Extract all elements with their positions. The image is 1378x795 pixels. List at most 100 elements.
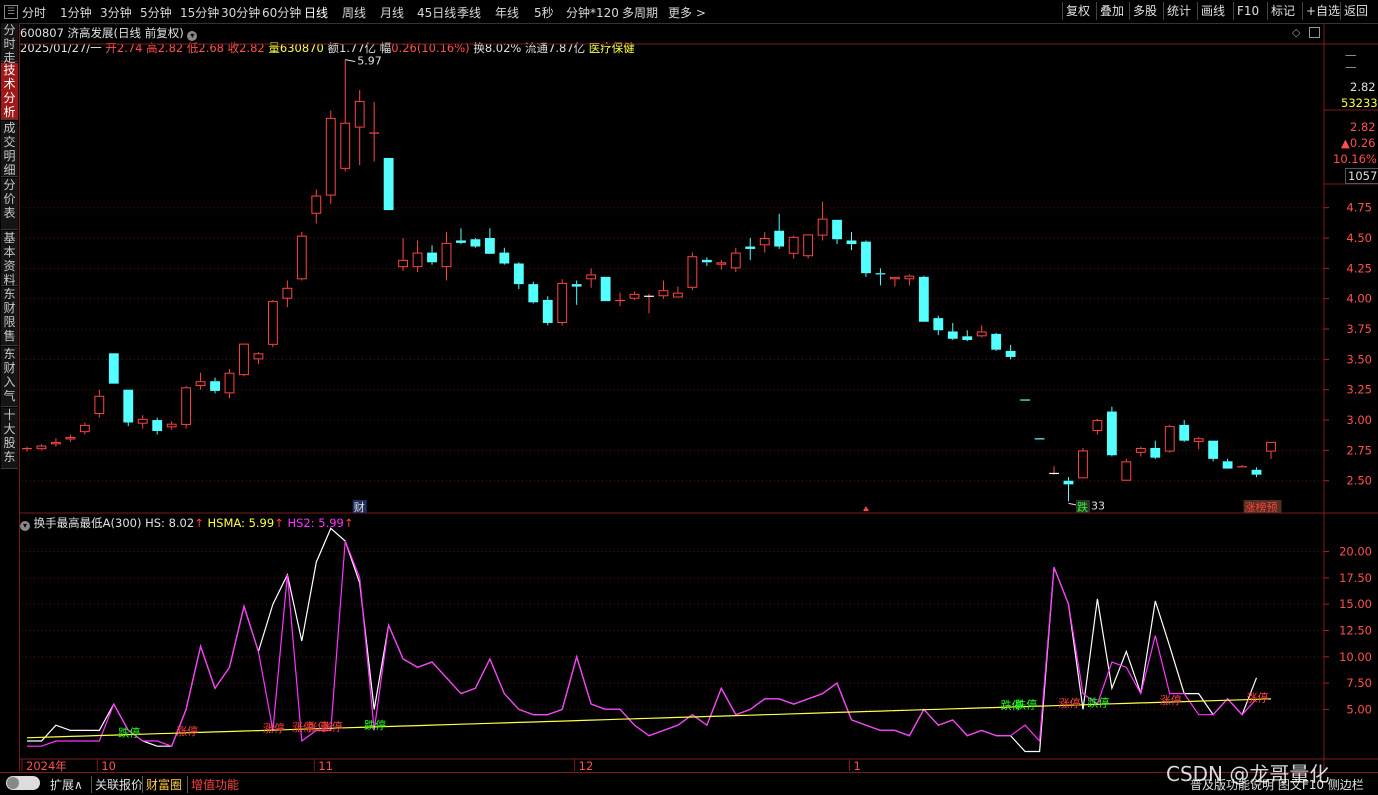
candle-47 bbox=[702, 257, 712, 265]
hsma-line bbox=[27, 699, 1271, 738]
candle-15 bbox=[240, 344, 249, 377]
candle-24 bbox=[370, 102, 379, 161]
tab-expand[interactable]: 扩展∧ bbox=[50, 776, 83, 793]
candle-30 bbox=[456, 228, 466, 244]
ind-label-9: 涨停 bbox=[1058, 696, 1080, 710]
candle-19 bbox=[297, 232, 306, 281]
price-tick-3: 4.00 bbox=[1346, 292, 1372, 306]
candle-69 bbox=[1020, 399, 1030, 400]
candle-85 bbox=[1252, 467, 1262, 477]
candle-25 bbox=[384, 158, 394, 210]
max-price-label: 5.97 bbox=[357, 55, 382, 68]
candle-65 bbox=[962, 330, 972, 341]
ind-tick-5: 7.50 bbox=[1346, 676, 1372, 690]
candle-10 bbox=[167, 421, 176, 429]
candle-32 bbox=[485, 228, 495, 253]
candle-67 bbox=[991, 333, 1001, 351]
ind-label-0: 跌停 bbox=[118, 726, 140, 740]
indicator-title[interactable]: 换手最高最低A(300) bbox=[34, 516, 142, 530]
svg-text:涨榜预: 涨榜预 bbox=[1245, 500, 1278, 514]
svg-text:跌: 跌 bbox=[1077, 500, 1088, 514]
ind-tick-2: 15.00 bbox=[1339, 597, 1372, 611]
ind-tick-3: 12.50 bbox=[1339, 623, 1372, 637]
ind-label-8: 跌停 bbox=[1015, 698, 1037, 712]
candle-58 bbox=[861, 240, 871, 276]
candle-51 bbox=[760, 232, 769, 253]
candle-54 bbox=[804, 234, 813, 258]
date-tick-0: 2024年 bbox=[26, 759, 67, 773]
ind-tick-0: 20.00 bbox=[1339, 545, 1372, 559]
triangle-marker bbox=[863, 506, 869, 511]
candle-55 bbox=[818, 202, 827, 241]
candle-13 bbox=[210, 378, 220, 394]
candle-68 bbox=[1006, 345, 1016, 360]
candle-11 bbox=[182, 386, 191, 428]
tab-related-quotes[interactable]: 关联报价 bbox=[91, 776, 143, 793]
right-chg: ▲0.26 bbox=[1341, 136, 1375, 150]
price-tick-5: 3.50 bbox=[1346, 352, 1372, 366]
candle-26 bbox=[399, 238, 408, 271]
tab-wealth[interactable]: 财富圈 bbox=[142, 776, 182, 793]
indicator-header: ▾ 换手最高最低A(300) HS: 8.02↑ HSMA: 5.99↑ HS2… bbox=[20, 515, 354, 531]
ind-label-5: 涨停 bbox=[321, 719, 343, 733]
candle-38 bbox=[572, 281, 582, 305]
candle-83 bbox=[1223, 459, 1233, 469]
indicator-group: 跌停涨停涨停涨停涨停涨停跌停跌停跌停涨停跌停涨停涨停 bbox=[27, 528, 1271, 751]
candle-4 bbox=[80, 422, 89, 434]
candle-80 bbox=[1179, 420, 1189, 442]
candle-52 bbox=[774, 214, 784, 249]
candle-72 bbox=[1064, 477, 1074, 501]
candle-45 bbox=[674, 287, 683, 298]
candle-33 bbox=[499, 248, 509, 265]
candle-35 bbox=[528, 282, 538, 304]
price-tick-0: 4.75 bbox=[1346, 201, 1372, 215]
candle-9 bbox=[152, 418, 162, 435]
marker-cai[interactable]: 财 bbox=[353, 500, 367, 514]
candle-43 bbox=[644, 294, 654, 313]
candle-79 bbox=[1165, 425, 1174, 453]
marker-zhang-yu[interactable]: 涨榜预 bbox=[1244, 500, 1282, 514]
right-price: 2.82 bbox=[1350, 80, 1376, 94]
date-tick-2: 11 bbox=[318, 759, 333, 773]
tab-value-added[interactable]: 增值功能 bbox=[187, 776, 239, 793]
scroll-toggle[interactable] bbox=[6, 776, 40, 790]
ind-label-10: 跌停 bbox=[1087, 695, 1109, 709]
candle-59 bbox=[876, 268, 886, 285]
candle-61 bbox=[905, 274, 914, 285]
candle-14 bbox=[225, 369, 234, 398]
candle-77 bbox=[1136, 447, 1145, 457]
price-tick-4: 3.75 bbox=[1346, 322, 1372, 336]
date-tick-1: 10 bbox=[101, 759, 116, 773]
price-tick-8: 2.75 bbox=[1346, 443, 1372, 457]
candle-50 bbox=[745, 238, 755, 260]
right-vol: 53233 bbox=[1341, 96, 1378, 110]
candle-46 bbox=[688, 253, 697, 291]
candle-74 bbox=[1093, 419, 1102, 435]
candle-20 bbox=[312, 189, 321, 223]
candle-56 bbox=[832, 220, 842, 244]
candle-21 bbox=[326, 111, 335, 204]
candle-86 bbox=[1267, 442, 1276, 459]
candle-7 bbox=[123, 390, 133, 426]
hsma-value: HSMA: 5.99 bbox=[208, 516, 275, 530]
candle-3 bbox=[66, 435, 75, 442]
candle-12 bbox=[196, 373, 205, 390]
kline-chart[interactable]: 4.754.504.254.003.753.503.253.002.752.50… bbox=[0, 0, 1378, 794]
candle-37 bbox=[558, 279, 567, 325]
candle-82 bbox=[1208, 441, 1218, 462]
candle-78 bbox=[1150, 441, 1160, 459]
candle-36 bbox=[543, 296, 553, 325]
candle-57 bbox=[847, 232, 857, 250]
indicator-settings-icon[interactable]: ▾ bbox=[20, 521, 30, 531]
ind-label-2: 涨停 bbox=[263, 721, 285, 735]
right-price2: 2.82 bbox=[1350, 120, 1376, 134]
ind-tick-1: 17.50 bbox=[1339, 571, 1372, 585]
candle-1 bbox=[37, 444, 46, 450]
watermark: CSDN @龙哥量化 bbox=[1166, 758, 1329, 787]
candle-22 bbox=[341, 60, 350, 172]
candle-8 bbox=[138, 415, 147, 428]
candle-75 bbox=[1107, 407, 1117, 457]
marker-die[interactable]: 跌 bbox=[1076, 500, 1090, 514]
candle-5 bbox=[95, 390, 104, 418]
price-tick-9: 2.50 bbox=[1346, 474, 1372, 488]
